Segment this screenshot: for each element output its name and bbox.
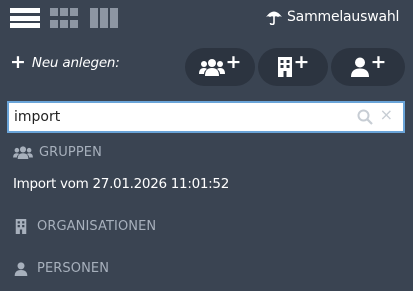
plus-icon: + — [293, 50, 310, 73]
building-icon — [15, 219, 27, 234]
organisation-add-icon — [277, 57, 292, 77]
plus-icon: + — [370, 50, 387, 73]
new-create-text: Neu anlegen: — [31, 54, 120, 71]
group-result-item[interactable]: Import vom 27.01.2026 11:01:52 — [13, 176, 229, 192]
section-persons: PERSONEN — [13, 261, 109, 276]
plus-icon: + — [225, 50, 242, 73]
group-icon — [13, 146, 33, 159]
add-person-button[interactable]: + — [331, 48, 405, 86]
list-view-icon[interactable] — [10, 8, 40, 28]
columns-view-icon[interactable] — [90, 8, 118, 28]
search-box: × — [7, 101, 405, 133]
person-icon — [14, 261, 28, 276]
section-groups: GRUPPEN — [13, 145, 102, 160]
umbrella-icon — [266, 11, 282, 25]
section-groups-title: GRUPPEN — [39, 145, 102, 160]
grid-view-icon[interactable] — [50, 8, 80, 28]
sammelauswahl-button[interactable]: Sammelauswahl — [265, 9, 399, 25]
clear-search-icon[interactable]: × — [380, 107, 393, 123]
new-create-label: + Neu anlegen: — [10, 53, 120, 72]
section-organisations: ORGANISATIONEN — [13, 219, 156, 234]
section-persons-title: PERSONEN — [37, 261, 110, 276]
person-add-icon — [350, 57, 369, 77]
search-icon[interactable] — [357, 109, 373, 125]
group-add-icon — [198, 59, 225, 76]
sammelauswahl-label: Sammelauswahl — [287, 9, 400, 25]
add-group-button[interactable]: + — [185, 48, 255, 86]
add-organisation-button[interactable]: + — [258, 48, 328, 86]
section-organisations-title: ORGANISATIONEN — [37, 219, 157, 234]
search-input[interactable] — [14, 103, 334, 131]
plus-icon: + — [10, 51, 26, 73]
